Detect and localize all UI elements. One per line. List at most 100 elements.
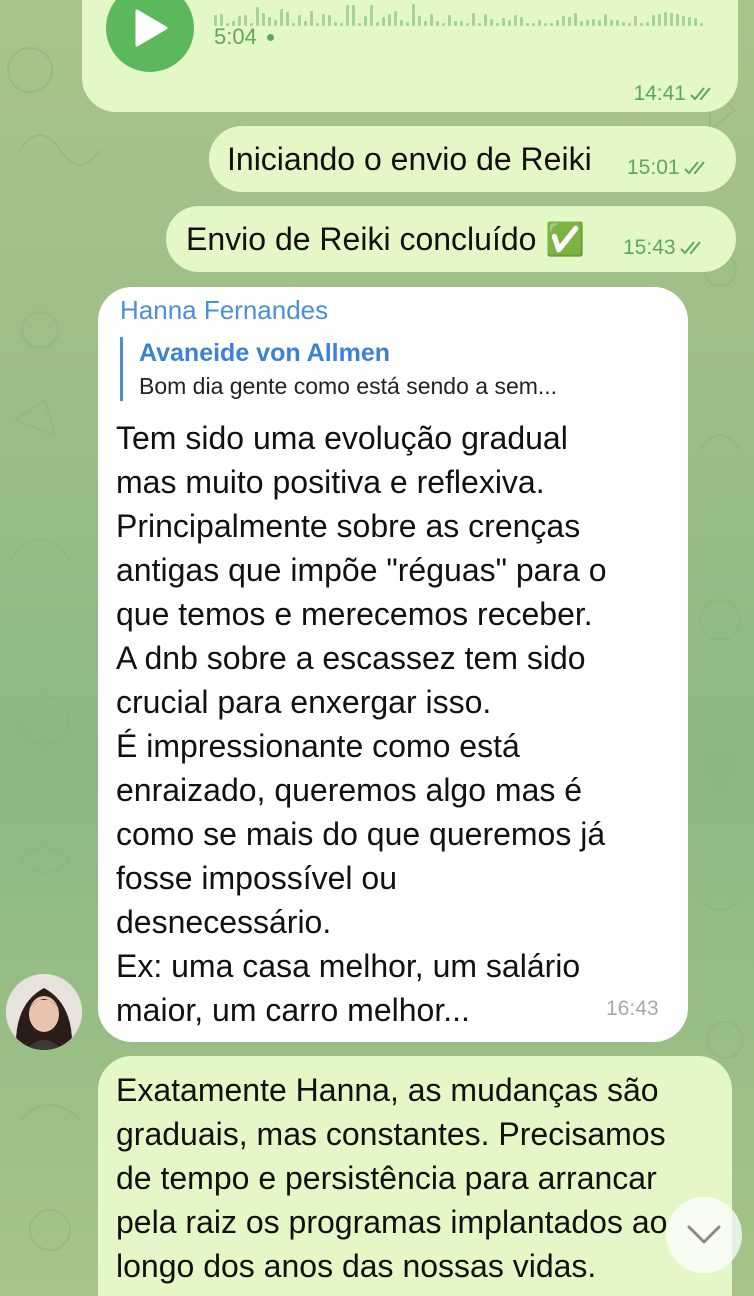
waveform-bar — [640, 23, 643, 26]
waveform-bar — [700, 23, 703, 26]
waveform-bar — [634, 16, 637, 26]
reply-author: Avaneide von Allmen — [139, 339, 390, 367]
waveform-bar — [502, 18, 505, 26]
play-button[interactable] — [106, 0, 194, 72]
waveform-bar — [586, 20, 589, 26]
chevron-down-icon — [687, 1225, 721, 1244]
waveform-bar — [376, 22, 379, 26]
waveform-bar — [358, 23, 361, 26]
message-meta: 15:43 — [623, 236, 706, 260]
outgoing-message: Exatamente Hanna, as mudanças são gradua… — [98, 1056, 732, 1296]
waveform-bar — [556, 20, 559, 26]
outgoing-message: Envio de Reiki concluído ✅ 15:43 — [166, 206, 736, 272]
waveform-bar — [658, 14, 661, 26]
message-line: antigas que impõe "réguas" para o — [116, 552, 607, 588]
waveform-bar — [598, 20, 601, 26]
message-time: 16:43 — [606, 997, 659, 1020]
message-line: mas muito positiva e reflexiva. — [116, 464, 545, 500]
waveform-bar — [280, 9, 283, 26]
voice-message-bubble: 5:04 14:41 — [82, 0, 738, 112]
waveform-bar — [388, 14, 391, 26]
message-line: longo dos anos das nossas vidas. — [116, 1248, 597, 1284]
waveform-bar — [478, 23, 481, 26]
message-meta: 15:01 — [627, 156, 710, 180]
reply-snippet: Bom dia gente como está sendo a sem... — [139, 373, 558, 399]
waveform-bar — [550, 23, 553, 26]
waveform-bar — [442, 23, 445, 26]
waveform-bar — [448, 15, 451, 26]
waveform-bar — [460, 21, 463, 26]
waveform-bar — [292, 23, 295, 26]
message-body: Tem sido uma evolução gradual mas muito … — [116, 416, 607, 1032]
message-meta: 16:43 — [606, 997, 659, 1021]
waveform-bar — [466, 23, 469, 26]
waveform-bar — [484, 14, 487, 26]
waveform-bar — [304, 21, 307, 26]
message-line: enraizado, queremos algo mas é — [116, 772, 583, 808]
voice-duration: 5:04 — [214, 24, 274, 50]
waveform-bar — [670, 13, 673, 26]
waveform-bar — [352, 5, 355, 26]
waveform-bar — [580, 21, 583, 26]
waveform-bar — [628, 23, 631, 26]
waveform-bar — [454, 21, 457, 26]
double-check-icon — [690, 87, 711, 101]
reply-quote[interactable]: Avaneide von Allmen Bom dia gente como e… — [120, 337, 557, 401]
avatar[interactable] — [6, 974, 82, 1050]
waveform-bar — [334, 22, 337, 26]
waveform-bar — [274, 20, 277, 26]
message-line: Ex: uma casa melhor, um salário — [116, 948, 581, 984]
waveform-bar — [616, 20, 619, 26]
waveform-bar — [562, 16, 565, 26]
avatar-image — [6, 974, 82, 1050]
waveform-bar — [622, 22, 625, 26]
play-icon — [135, 9, 168, 47]
waveform-bar — [316, 23, 319, 26]
waveform-bar — [544, 23, 547, 26]
message-line: pela raiz os programas implantados ao — [116, 1204, 668, 1240]
waveform-bar — [664, 12, 667, 26]
waveform-bar — [532, 23, 535, 26]
waveform-bar — [574, 13, 577, 26]
waveform-bar — [346, 5, 349, 26]
message-time: 15:01 — [627, 156, 680, 179]
waveform-bar — [694, 18, 697, 26]
waveform-bar — [490, 19, 493, 26]
waveform-bar — [508, 20, 511, 26]
waveform-bar — [496, 23, 499, 26]
waveform-bar — [604, 14, 607, 26]
waveform-bar — [676, 14, 679, 26]
waveform-bar — [400, 20, 403, 26]
message-line: maior, um carro melhor... — [116, 992, 470, 1028]
message-text: Envio de Reiki concluído ✅ — [186, 221, 586, 257]
double-check-icon — [683, 161, 705, 175]
double-check-icon — [679, 241, 701, 255]
waveform-bar — [340, 23, 343, 26]
waveform-bar — [430, 14, 433, 26]
waveform-bar — [310, 11, 313, 26]
waveform-bar — [322, 14, 325, 26]
message-line: Principalmente sobre as crenças — [116, 508, 581, 544]
waveform-bar — [418, 16, 421, 26]
waveform-bar — [538, 20, 541, 26]
message-line: A dnb sobre a escassez tem sido — [116, 640, 586, 676]
waveform-bar — [406, 22, 409, 26]
waveform-bar — [412, 4, 415, 26]
waveform-bar — [370, 5, 373, 26]
waveform-bar — [682, 16, 685, 26]
sender-name[interactable]: Hanna Fernandes — [120, 295, 328, 326]
message-text: Iniciando o envio de Reiki — [227, 141, 592, 177]
waveform-bar — [472, 13, 475, 26]
waveform-bar — [424, 21, 427, 26]
waveform-bar — [382, 17, 385, 26]
voice-waveform[interactable] — [214, 2, 704, 26]
waveform-bar — [688, 17, 691, 26]
waveform-bar — [592, 19, 595, 26]
waveform-bar — [652, 15, 655, 26]
scroll-to-bottom-button[interactable] — [666, 1197, 742, 1273]
message-line: crucial para enxergar isso. — [116, 684, 492, 720]
message-line: fosse impossível ou — [116, 860, 398, 896]
waveform-bar — [526, 23, 529, 26]
message-line: desnecessário. — [116, 904, 332, 940]
message-line: Exatamente Hanna, as mudanças são — [116, 1072, 659, 1108]
